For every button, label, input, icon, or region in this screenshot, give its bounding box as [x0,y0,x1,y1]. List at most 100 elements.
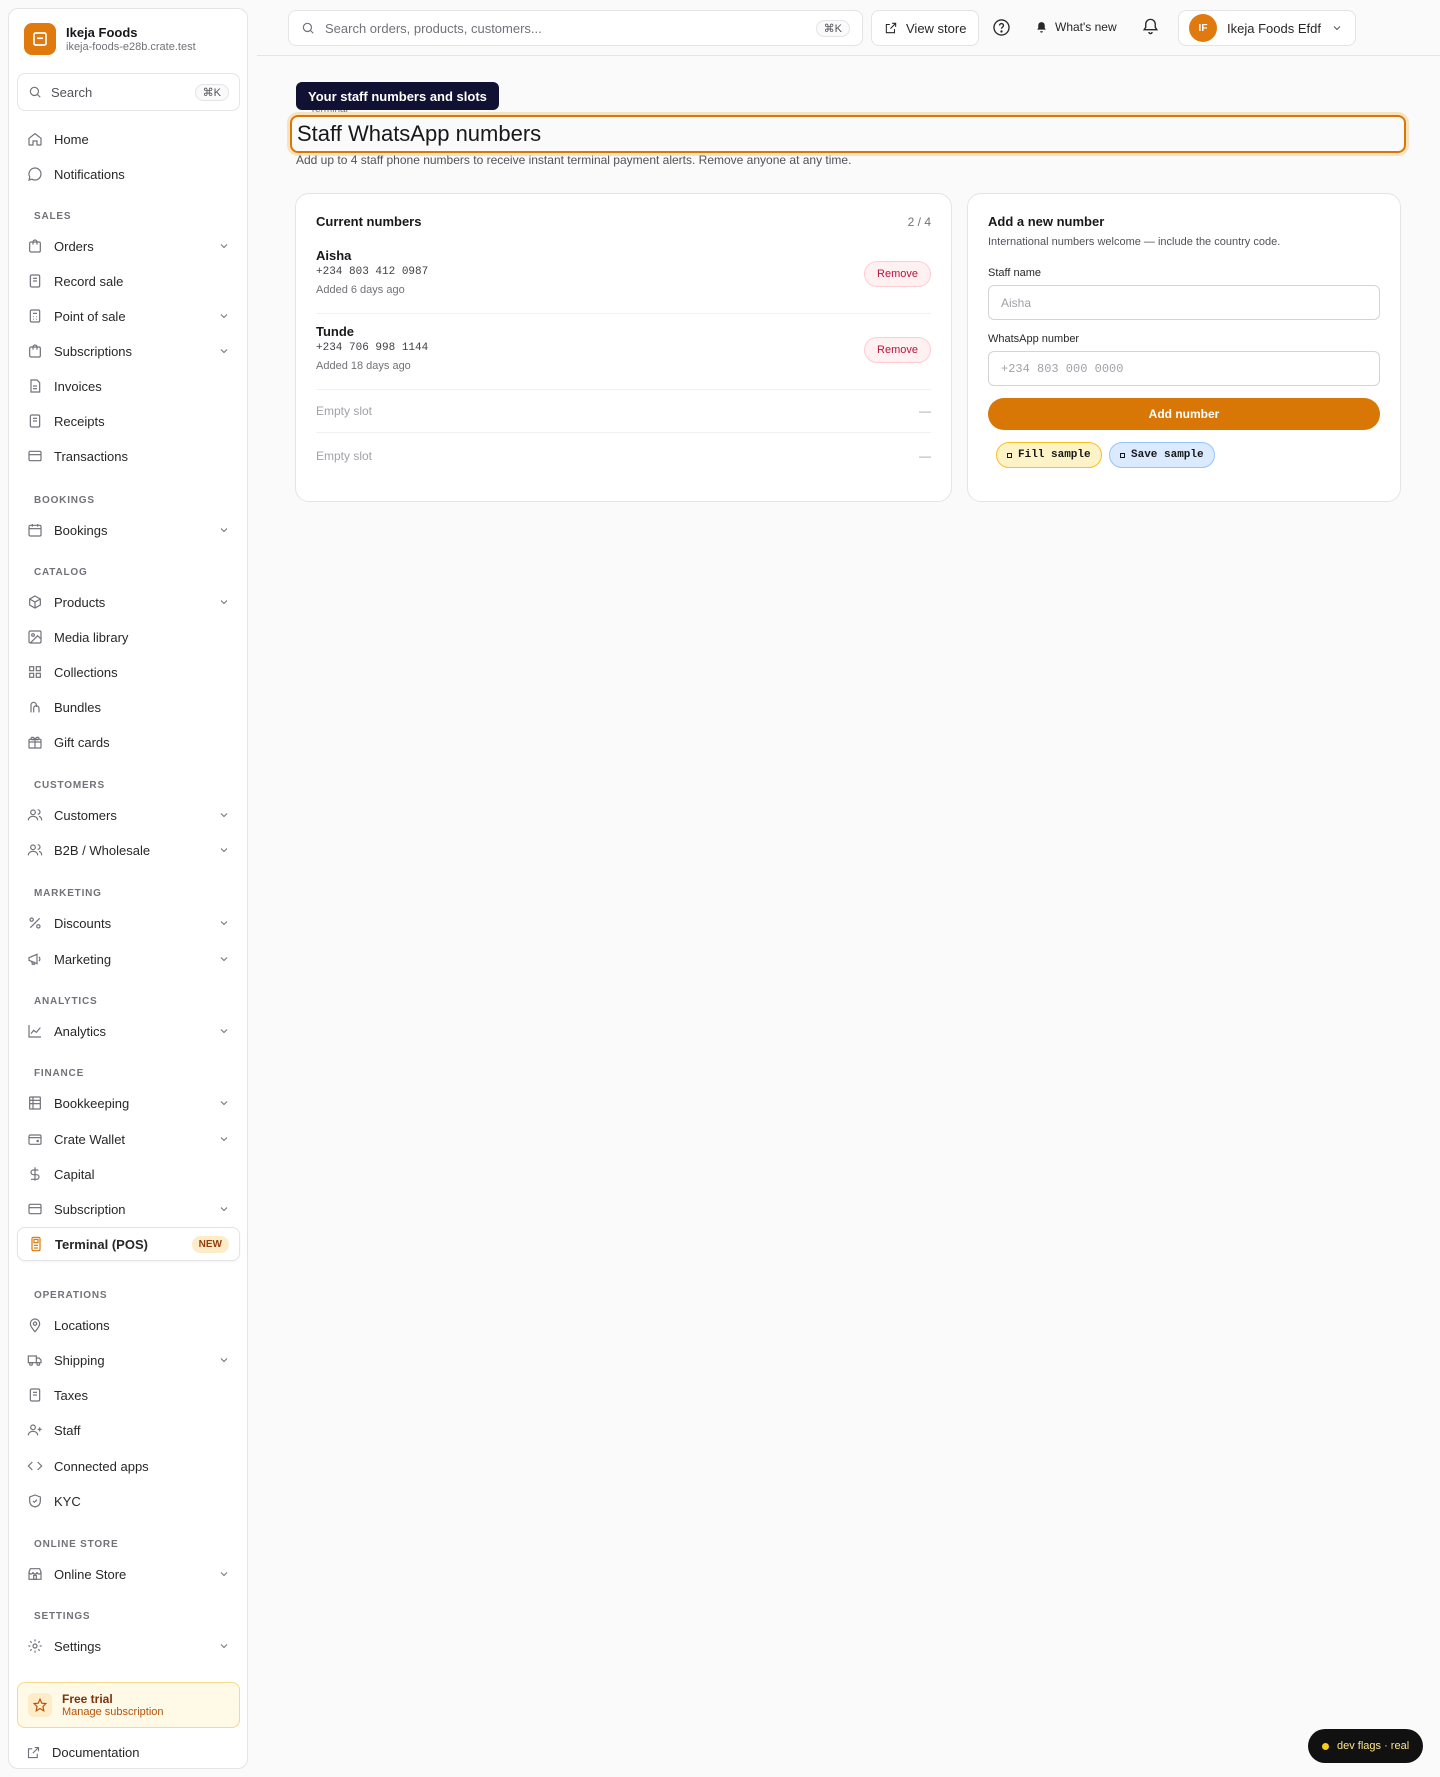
empty-slot-label: Empty slot [316,404,373,418]
documentation-link[interactable]: Documentation [26,1745,139,1760]
sidebar-item-label: KYC [54,1493,81,1509]
sidebar-search[interactable]: Search ⌘K [17,73,240,111]
notifications-button[interactable] [1141,17,1160,36]
account-menu[interactable]: IF Ikeja Foods Efdf [1178,10,1356,46]
section-settings: SETTINGS [34,1611,91,1622]
staff-phone: +234 803 412 0987 [316,266,429,278]
sidebar-item-gift-cards[interactable]: Gift cards [17,725,240,759]
status-dot-icon [1322,1742,1329,1750]
global-search[interactable]: Search orders, products, customers... ⌘K [288,10,863,46]
sidebar-item-notifications[interactable]: Notifications [17,157,240,191]
credit-card-icon [28,450,42,462]
sidebar-item-label: Online Store [54,1566,127,1582]
sidebar-item-connected-apps[interactable]: Connected apps [17,1449,240,1483]
fill-sample-button[interactable]: Fill sample [996,442,1102,468]
sidebar-item-media-library[interactable]: Media library [17,620,240,654]
sidebar-item-marketing[interactable]: Marketing [17,942,240,976]
external-link-icon [885,22,897,34]
sidebar-item-discounts[interactable]: Discounts [17,906,240,940]
sidebar-item-label: Terminal (POS) [55,1236,148,1252]
shopping-bag-icon [29,239,41,253]
chevron-down-icon [220,244,228,249]
sidebar-item-label: Taxes [54,1387,88,1403]
sidebar-item-staff[interactable]: Staff [17,1413,240,1447]
help-button[interactable] [992,18,1011,37]
whats-new-button[interactable]: What's new [1035,20,1117,34]
fill-sample-label: Fill sample [1018,449,1091,461]
manage-subscription-link[interactable]: Manage subscription [62,1706,164,1719]
remove-button[interactable]: Remove [864,337,931,363]
free-trial-card[interactable]: Free trial Manage subscription [17,1682,240,1728]
staff-name: Tunde [316,324,355,339]
sidebar-item-online-store[interactable]: Online Store [17,1557,240,1591]
add-number-button[interactable]: Add number [988,398,1380,430]
section-customers: CUSTOMERS [34,780,105,791]
sidebar-item-label: Invoices [54,378,102,394]
sidebar-item-receipts[interactable]: Receipts [17,404,240,438]
brand[interactable]: Ikeja Foods ikeja-foods-e28b.crate.test [24,23,196,55]
staff-name-input[interactable] [989,286,1379,319]
sidebar-item-customers[interactable]: Customers [17,798,240,832]
section-sales: SALES [34,211,72,222]
dev-flags-pill[interactable]: dev flags · real [1308,1729,1424,1763]
sidebar-item-bookkeeping[interactable]: Bookkeeping [17,1086,240,1120]
sidebar-item-settings[interactable]: Settings [17,1629,240,1663]
account-name: Ikeja Foods Efdf [1227,20,1321,36]
staff-number-row: Aisha +234 803 412 0987 Added 6 days ago… [316,248,931,314]
sidebar-item-label: Subscriptions [54,343,133,359]
grid-icon [29,666,41,678]
bundle-icon [30,701,40,713]
sidebar-item-locations[interactable]: Locations [17,1308,240,1342]
sidebar-item-label: Receipts [54,413,105,429]
page-subtitle: Add up to 4 staff phone numbers to recei… [296,153,852,167]
whatsapp-number-label: WhatsApp number [988,333,1080,345]
calculator-icon [29,309,41,323]
sidebar-item-invoices[interactable]: Invoices [17,369,240,403]
sidebar: Ikeja Foods ikeja-foods-e28b.crate.test … [8,8,248,1769]
sidebar-item-b2b-wholesale[interactable]: B2B / Wholesale [17,833,240,867]
sidebar-item-products[interactable]: Products [17,585,240,619]
section-analytics: ANALYTICS [34,996,98,1007]
sidebar-item-collections[interactable]: Collections [17,655,240,689]
trial-title: Free trial [62,1691,113,1706]
sidebar-item-home[interactable]: Home [17,122,240,156]
sidebar-item-label: Marketing [54,951,112,967]
sidebar-item-point-of-sale[interactable]: Point of sale [17,299,240,333]
sidebar-item-taxes[interactable]: Taxes [17,1378,240,1412]
section-finance: FINANCE [34,1068,85,1079]
sidebar-item-bundles[interactable]: Bundles [17,690,240,724]
sidebar-item-bookings[interactable]: Bookings [17,513,240,547]
sidebar-item-transactions[interactable]: Transactions [17,439,240,473]
box-icon [29,595,41,609]
chevron-down-icon [220,314,228,319]
sidebar-item-capital[interactable]: Capital [17,1157,240,1191]
sidebar-item-label: Shipping [54,1352,105,1368]
sidebar-item-label: Notifications [54,166,125,182]
sidebar-item-subscription[interactable]: Subscription [17,1192,240,1226]
sidebar-item-kyc[interactable]: KYC [17,1484,240,1518]
sidebar-item-shipping[interactable]: Shipping [17,1343,240,1377]
empty-slot-row: Empty slot — [316,434,931,477]
shield-check-icon [29,1494,41,1508]
receipt-icon [29,274,41,288]
credit-card-icon [28,1203,42,1215]
sidebar-item-subscriptions[interactable]: Subscriptions [17,334,240,368]
sidebar-item-orders[interactable]: Orders [17,229,240,263]
view-store-button[interactable]: View store [871,10,980,46]
whatsapp-number-input[interactable] [989,352,1379,385]
remove-button[interactable]: Remove [864,261,931,287]
sidebar-item-label: Collections [54,664,118,680]
sidebar-item-terminal[interactable]: Terminal (POS) NEW [17,1227,240,1261]
sidebar-item-record-sale[interactable]: Record sale [17,264,240,298]
add-number-card: Add a new number International numbers w… [967,193,1401,502]
sidebar-item-analytics[interactable]: Analytics [17,1014,240,1048]
sidebar-item-label: Discounts [54,915,112,931]
sidebar-item-crate-wallet[interactable]: Crate Wallet [17,1122,240,1156]
star-icon [28,1693,52,1717]
save-sample-button[interactable]: Save sample [1109,442,1215,468]
chevron-down-icon [220,1358,228,1363]
chevron-down-icon [220,600,228,605]
topbar: Search orders, products, customers... ⌘K… [257,0,1440,56]
bell-filled-icon [1037,21,1046,33]
section-bookings: BOOKINGS [34,495,95,506]
